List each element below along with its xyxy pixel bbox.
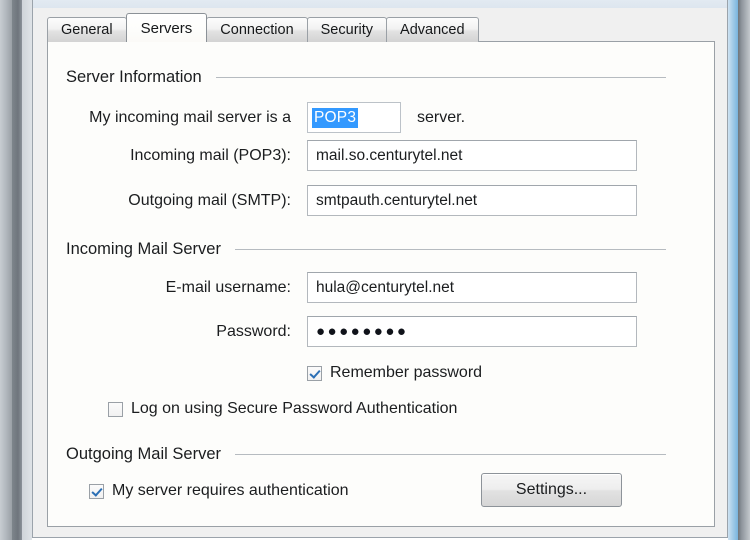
group-server-information: Server Information — [66, 68, 666, 87]
window-frame-right-glow — [728, 0, 738, 540]
server-requires-auth-row[interactable]: My server requires authentication — [89, 482, 349, 500]
tab-bar: General Servers Connection Security Adva… — [47, 13, 479, 42]
group-server-information-label: Server Information — [66, 68, 202, 86]
secure-password-auth-label: Log on using Secure Password Authenticat… — [131, 400, 458, 417]
server-requires-auth-label: My server requires authentication — [112, 482, 349, 499]
window-frame-left-inner — [22, 0, 32, 540]
remember-password-row[interactable]: Remember password — [307, 364, 482, 382]
incoming-server-type-suffix: server. — [417, 108, 466, 126]
email-username-input[interactable]: hula@centurytel.net — [307, 272, 637, 303]
row-outgoing-mail: Outgoing mail (SMTP): smtpauth.centuryte… — [66, 185, 678, 216]
password-label: Password: — [216, 322, 291, 340]
outgoing-mail-input[interactable]: smtpauth.centurytel.net — [307, 185, 637, 216]
outgoing-mail-label: Outgoing mail (SMTP): — [128, 191, 291, 209]
group-incoming-mail-server-label: Incoming Mail Server — [66, 240, 221, 258]
desktop-background-left — [0, 0, 12, 540]
tab-general-label: General — [61, 22, 113, 38]
remember-password-label: Remember password — [330, 364, 483, 381]
incoming-mail-label: Incoming mail (POP3): — [130, 146, 291, 164]
tab-connection[interactable]: Connection — [206, 17, 308, 42]
tab-servers[interactable]: Servers — [125, 13, 208, 42]
tab-servers-label: Servers — [140, 19, 193, 37]
incoming-server-type-value: POP3 — [312, 107, 359, 128]
tab-security[interactable]: Security — [306, 17, 388, 42]
tab-security-label: Security — [320, 22, 374, 38]
group-outgoing-mail-server-rule — [235, 454, 666, 455]
servers-tab-panel: Server Information My incoming mail serv… — [47, 41, 715, 527]
desktop-background-right — [738, 0, 750, 540]
secure-password-auth-checkbox[interactable] — [108, 401, 123, 417]
dialog-title-bar — [33, 0, 727, 8]
account-properties-dialog: General Servers Connection Security Adva… — [32, 0, 728, 538]
secure-password-auth-row[interactable]: Log on using Secure Password Authenticat… — [108, 400, 457, 418]
tab-advanced[interactable]: Advanced — [386, 17, 479, 42]
outgoing-mail-value: smtpauth.centurytel.net — [316, 191, 478, 209]
server-requires-auth-checkbox[interactable] — [89, 483, 104, 499]
incoming-server-type-field[interactable]: POP3 — [307, 102, 401, 133]
row-password: Password: ●●●●●●●● — [66, 316, 678, 347]
tab-general[interactable]: General — [47, 17, 127, 42]
group-outgoing-mail-server-label: Outgoing Mail Server — [66, 445, 221, 463]
incoming-mail-value: mail.so.centurytel.net — [316, 146, 463, 164]
row-incoming-server-type: My incoming mail server is a POP3 server… — [66, 102, 666, 133]
group-incoming-mail-server: Incoming Mail Server — [66, 240, 666, 259]
password-value: ●●●●●●●● — [316, 323, 409, 340]
row-incoming-mail: Incoming mail (POP3): mail.so.centurytel… — [66, 140, 678, 171]
settings-button-label: Settings... — [515, 481, 588, 498]
row-email-username: E-mail username: hula@centurytel.net — [66, 272, 678, 303]
settings-button[interactable]: Settings... — [481, 473, 622, 507]
window-frame-left — [12, 0, 22, 540]
incoming-mail-input[interactable]: mail.so.centurytel.net — [307, 140, 637, 171]
incoming-server-type-label: My incoming mail server is a — [89, 108, 291, 126]
remember-password-checkbox[interactable] — [307, 365, 322, 381]
group-incoming-mail-server-rule — [234, 249, 666, 250]
group-server-information-rule — [215, 77, 666, 78]
password-input[interactable]: ●●●●●●●● — [307, 316, 637, 347]
tab-advanced-label: Advanced — [400, 22, 465, 38]
tab-connection-label: Connection — [220, 22, 294, 38]
screenshot-root: General Servers Connection Security Adva… — [0, 0, 750, 540]
email-username-label: E-mail username: — [165, 278, 291, 296]
group-outgoing-mail-server: Outgoing Mail Server — [66, 445, 666, 464]
email-username-value: hula@centurytel.net — [316, 278, 455, 296]
